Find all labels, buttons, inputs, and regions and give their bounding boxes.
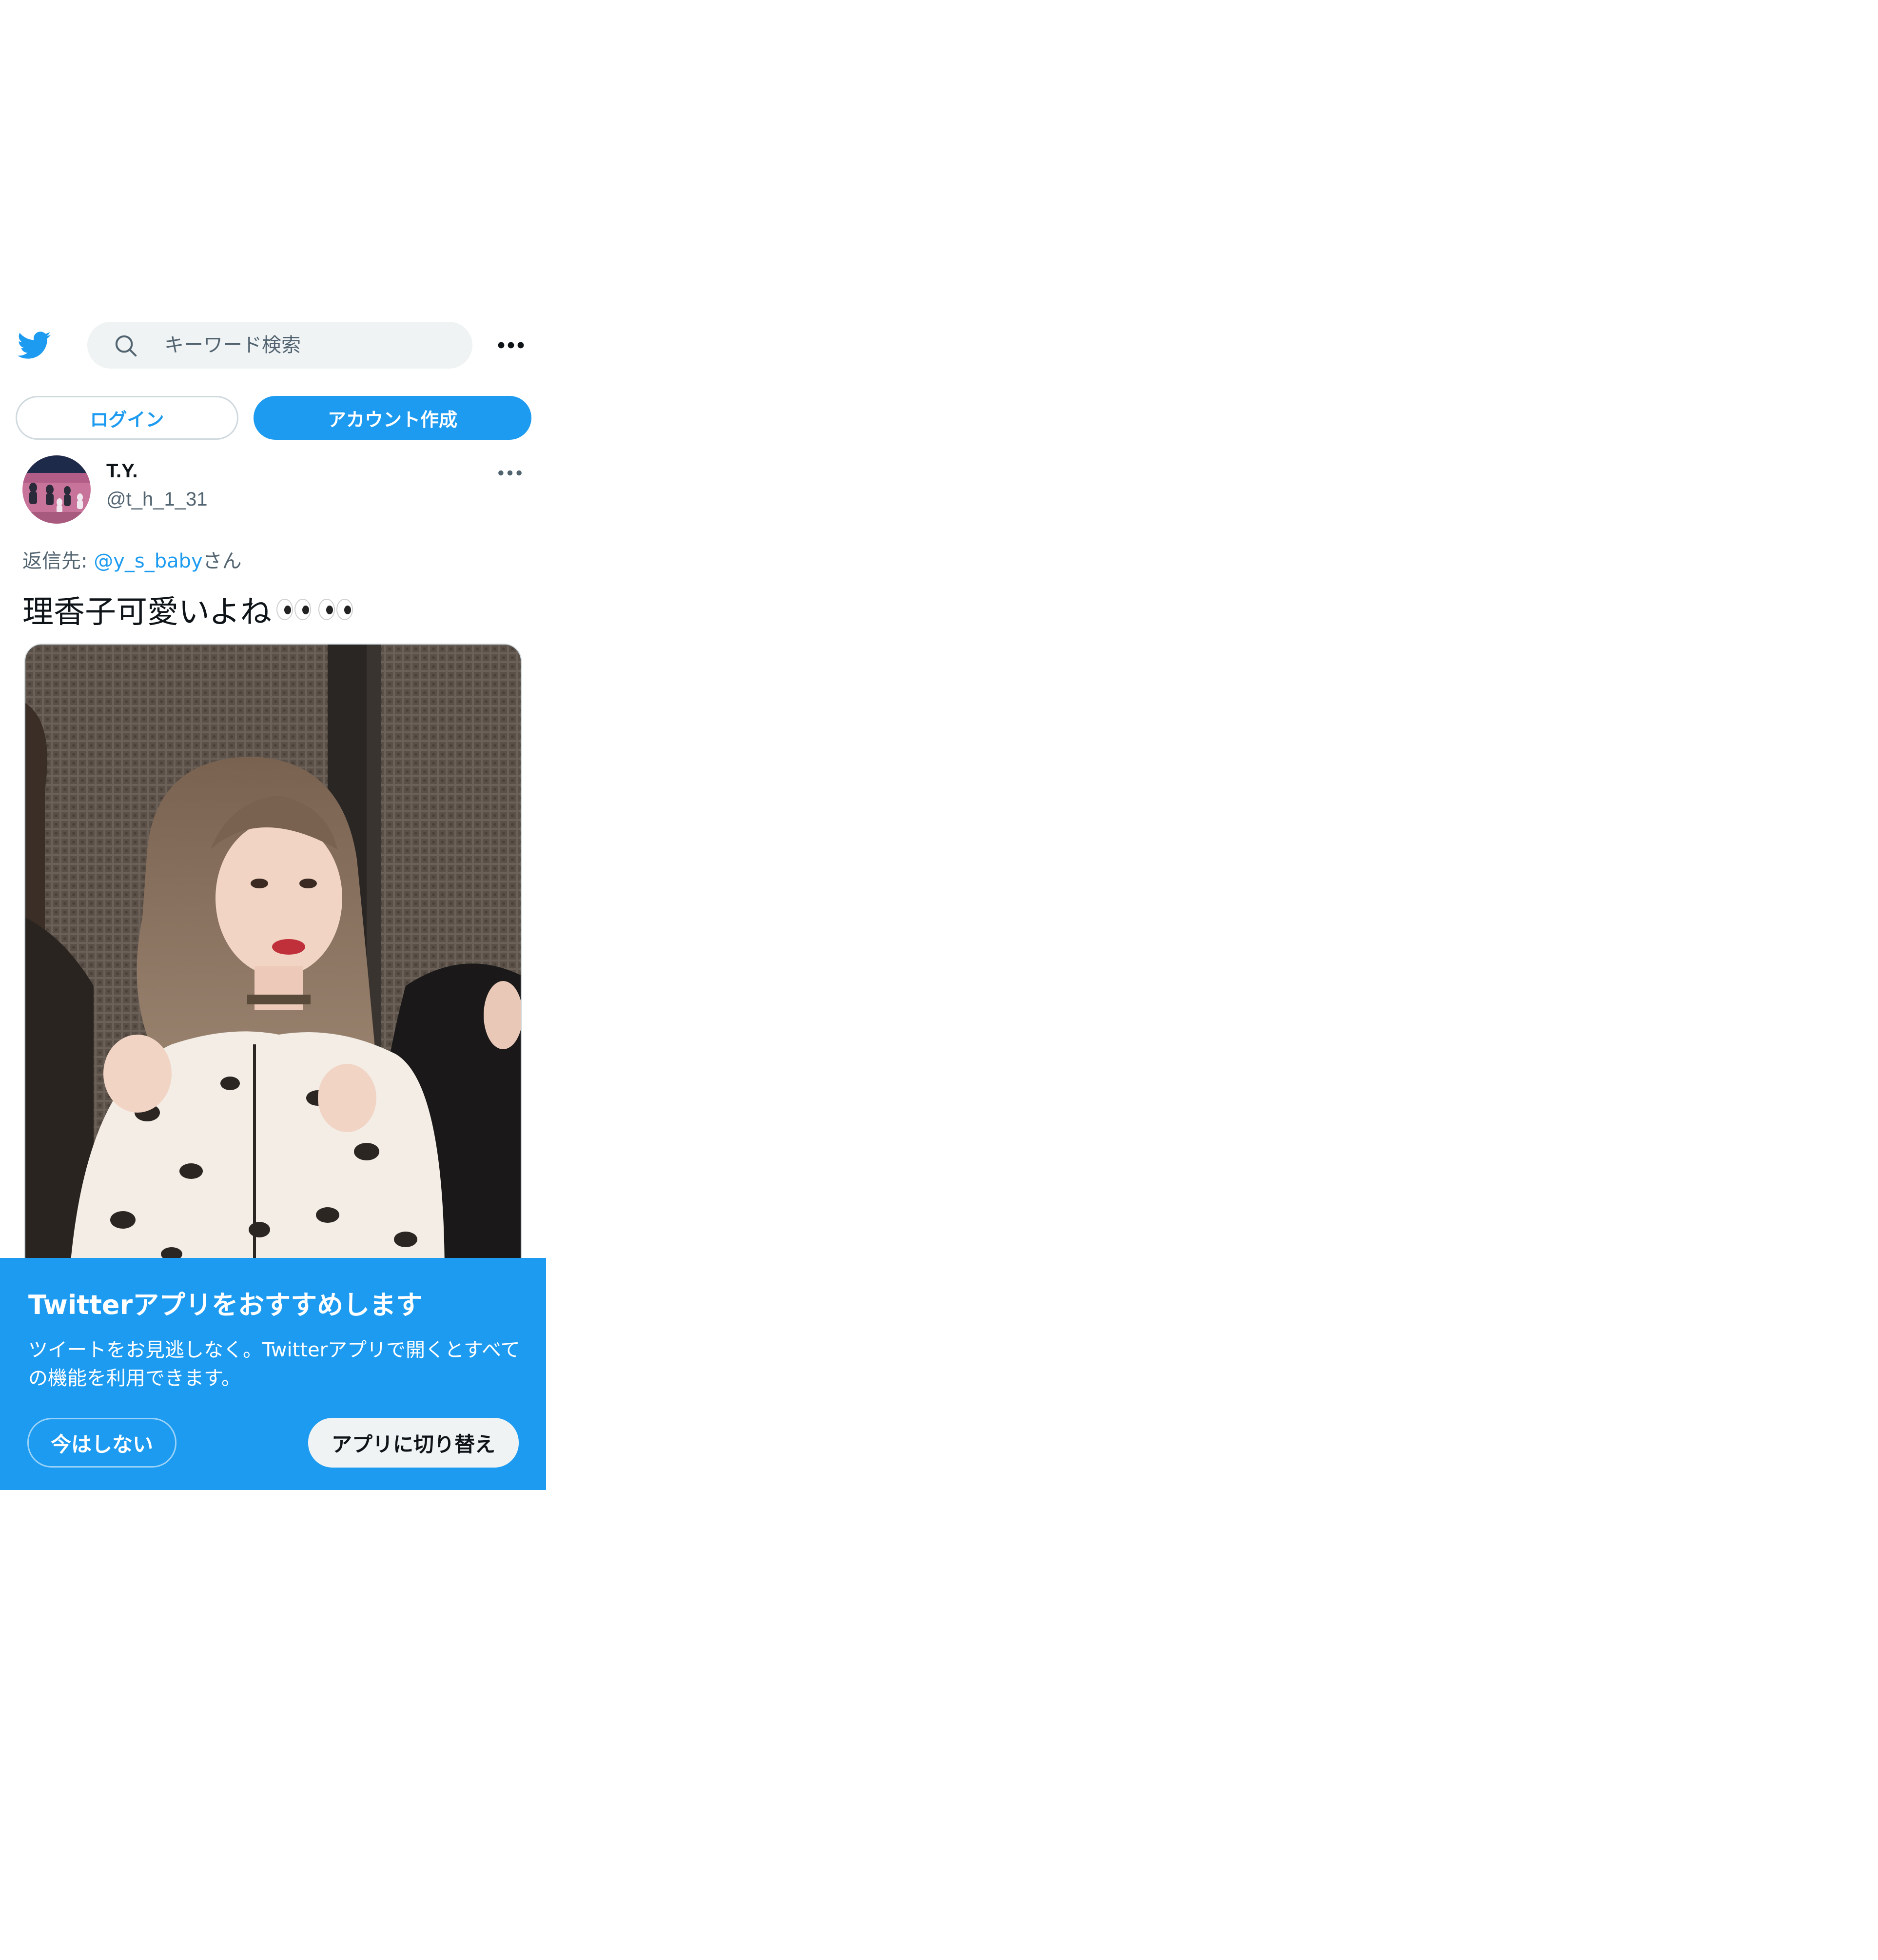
tweet-photo-image bbox=[25, 645, 521, 1276]
twitter-bird-logo-icon[interactable] bbox=[15, 328, 53, 363]
switch-to-app-button[interactable]: アプリに切り替え bbox=[308, 1418, 519, 1468]
mobile-viewport: ログイン アカウント作成 bbox=[0, 0, 546, 1492]
top-header bbox=[0, 316, 546, 374]
avatar-image bbox=[22, 455, 91, 524]
tweet-more-options-icon[interactable] bbox=[496, 463, 524, 483]
create-account-button-label: アカウント作成 bbox=[327, 409, 457, 431]
create-account-button[interactable]: アカウント作成 bbox=[254, 396, 531, 440]
login-button[interactable]: ログイン bbox=[16, 396, 238, 440]
tweet-text-content: 理香子可愛いよね bbox=[22, 594, 272, 630]
not-now-button[interactable]: 今はしない bbox=[27, 1418, 176, 1468]
avatar[interactable] bbox=[22, 455, 91, 524]
search-bar[interactable] bbox=[87, 322, 472, 369]
search-icon bbox=[115, 335, 137, 357]
page: ログイン アカウント作成 bbox=[0, 0, 1878, 1960]
app-recommendation-banner: Twitterアプリをおすすめします ツイートをお見逃しなく。Twitterアプ… bbox=[0, 1258, 546, 1490]
eyes-icon bbox=[318, 599, 354, 620]
banner-title: Twitterアプリをおすすめします bbox=[28, 1290, 423, 1320]
reply-context: 返信先: @y_s_babyさん bbox=[22, 545, 242, 573]
eyes-icon bbox=[276, 599, 313, 620]
author-name[interactable]: T.Y. bbox=[106, 460, 137, 482]
reply-prefix: 返信先: bbox=[22, 550, 94, 572]
not-now-button-label: 今はしない bbox=[50, 1432, 153, 1456]
switch-to-app-button-label: アプリに切り替え bbox=[331, 1432, 495, 1456]
search-input[interactable] bbox=[164, 322, 457, 369]
more-options-icon[interactable] bbox=[496, 333, 526, 357]
banner-description: ツイートをお見逃しなく。Twitterアプリで開くとすべての機能を利用できます。 bbox=[28, 1339, 520, 1390]
eyes-emoji-group bbox=[276, 599, 360, 620]
reply-suffix: さん bbox=[202, 550, 242, 572]
reply-handle-link[interactable]: @y_s_baby bbox=[94, 550, 202, 572]
author-handle[interactable]: @t_h_1_31 bbox=[106, 489, 207, 510]
tweet-photo[interactable] bbox=[24, 644, 522, 1277]
tweet-text: 理香子可愛いよね bbox=[22, 587, 360, 632]
login-button-label: ログイン bbox=[90, 409, 164, 431]
